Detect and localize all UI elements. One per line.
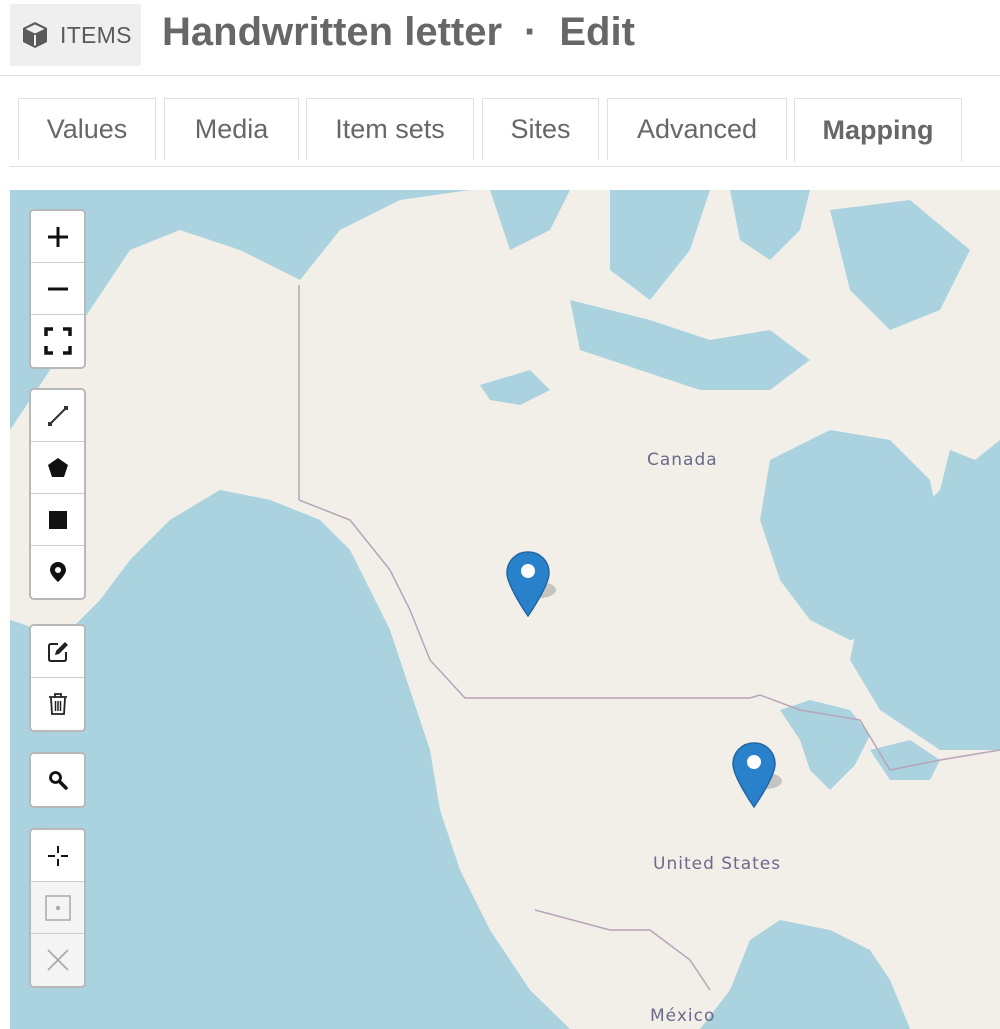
edit-layers-button[interactable]	[31, 626, 84, 678]
fullscreen-button[interactable]	[31, 315, 84, 367]
map-tiles	[10, 190, 1000, 1029]
search-control	[29, 752, 86, 808]
fullscreen-icon	[43, 327, 72, 355]
page-header: ITEMS Handwritten letter · Edit	[0, 0, 1000, 76]
delete-layers-button[interactable]	[31, 678, 84, 730]
draw-rectangle-button[interactable]	[31, 494, 84, 546]
tab-advanced[interactable]: Advanced	[607, 98, 787, 160]
draw-marker-button[interactable]	[31, 546, 84, 598]
page-mode: Edit	[559, 10, 635, 54]
marker-united-states[interactable]	[732, 741, 782, 809]
draw-polyline-button[interactable]	[31, 390, 84, 442]
map-label-canada: Canada	[647, 450, 718, 470]
set-default-view-icon	[47, 845, 68, 866]
default-view-controls	[29, 828, 86, 988]
delete-layers-icon	[48, 693, 67, 715]
zoom-out-button[interactable]	[31, 263, 84, 315]
tab-values[interactable]: Values	[18, 98, 156, 160]
draw-marker-icon	[49, 562, 66, 582]
search-button[interactable]	[31, 754, 84, 806]
cube-icon	[20, 20, 50, 50]
page-title: Handwritten letter · Edit	[162, 10, 635, 55]
map-container[interactable]: Canada United States México	[10, 190, 1000, 1029]
draw-toolbar	[29, 388, 86, 600]
edit-layers-icon	[47, 641, 68, 662]
draw-polygon-icon	[47, 457, 68, 477]
draw-polygon-button[interactable]	[31, 442, 84, 494]
badge-label: ITEMS	[60, 21, 132, 48]
clear-default-view-icon	[46, 949, 69, 971]
map-label-united-states: United States	[653, 854, 782, 874]
draw-rectangle-icon	[48, 510, 67, 529]
zoom-controls	[29, 209, 86, 369]
tab-sites[interactable]: Sites	[482, 98, 599, 160]
draw-polyline-icon	[47, 405, 68, 426]
set-default-view-button[interactable]	[31, 830, 84, 882]
edit-toolbar	[29, 624, 86, 732]
items-badge[interactable]: ITEMS	[10, 4, 141, 66]
tab-item-sets[interactable]: Item sets	[306, 98, 474, 160]
map-label-mexico: México	[650, 1006, 716, 1026]
goto-default-view-button[interactable]	[31, 882, 84, 934]
tab-mapping[interactable]: Mapping	[794, 98, 962, 162]
clear-default-view-button[interactable]	[31, 934, 84, 986]
tab-media[interactable]: Media	[164, 98, 299, 160]
section-tabs: Values Media Item sets Sites Advanced Ma…	[10, 98, 1000, 167]
zoom-in-icon	[47, 226, 68, 247]
zoom-out-icon	[47, 287, 68, 290]
search-icon	[48, 771, 68, 790]
goto-default-view-icon	[44, 894, 71, 921]
item-title: Handwritten letter	[162, 10, 503, 54]
zoom-in-button[interactable]	[31, 211, 84, 263]
marker-canada[interactable]	[506, 550, 556, 618]
title-separator: ·	[524, 10, 538, 54]
